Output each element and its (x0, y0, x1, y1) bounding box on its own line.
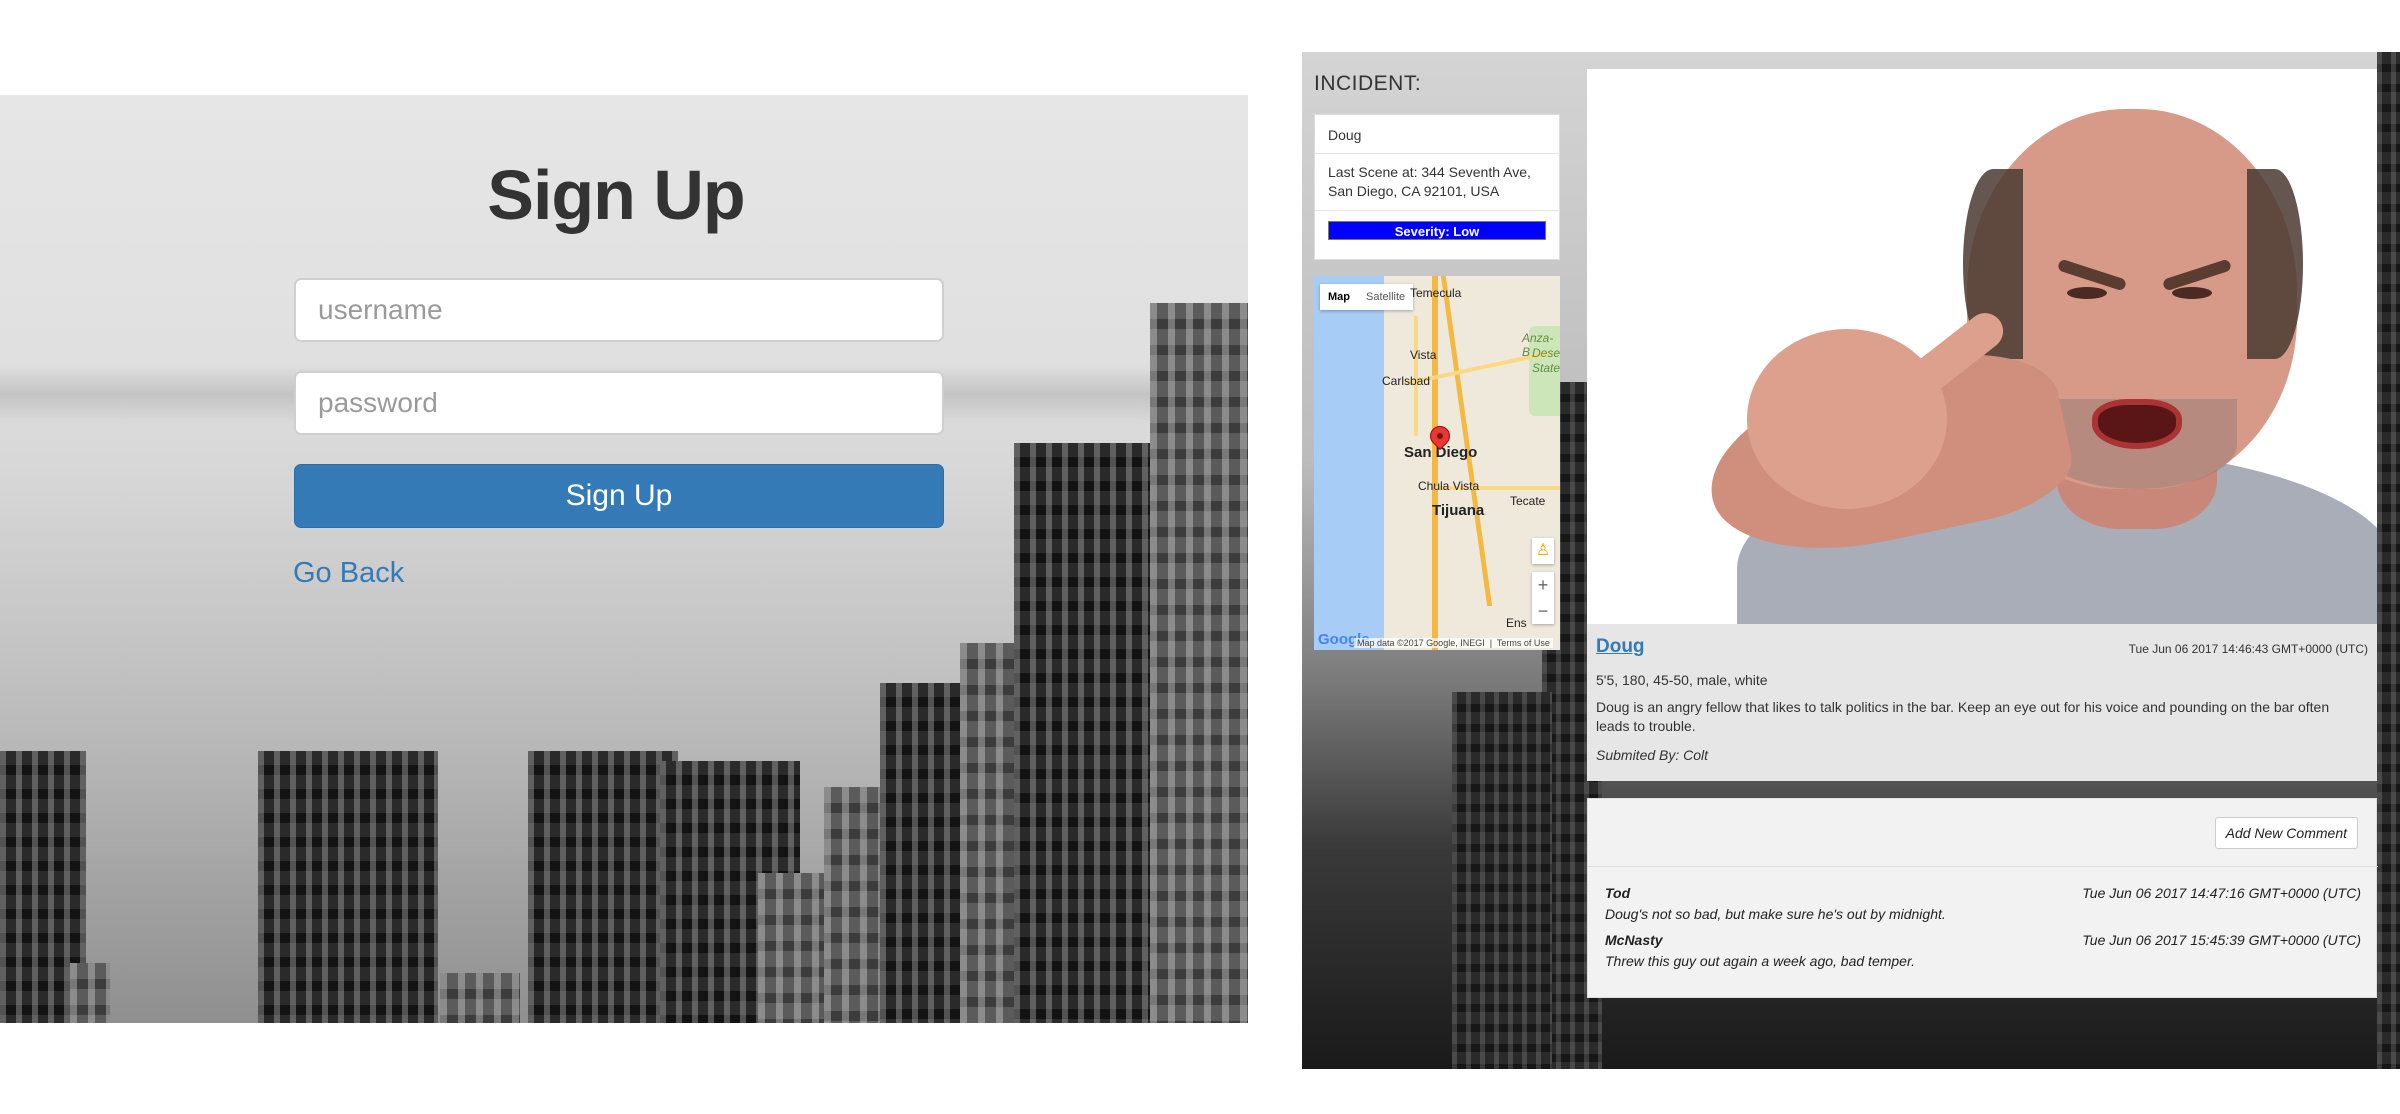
comment-item: McNasty Tue Jun 06 2017 15:45:39 GMT+000… (1605, 932, 2361, 969)
tab-map[interactable]: Map (1320, 284, 1358, 310)
map-label-tijuana: Tijuana (1432, 502, 1485, 519)
comment-time: Tue Jun 06 2017 15:45:39 GMT+0000 (UTC) (2082, 932, 2361, 948)
street-view-pegman-icon[interactable]: ♙ (1532, 538, 1554, 564)
signup-button[interactable]: Sign Up (294, 464, 944, 528)
incident-heading: INCIDENT: (1314, 72, 1422, 95)
background-building (1452, 692, 1552, 1069)
background-building (2377, 52, 2400, 1069)
tab-satellite[interactable]: Satellite (1358, 284, 1413, 310)
incident-details: Doug Tue Jun 06 2017 14:46:43 GMT+0000 (… (1587, 624, 2377, 781)
password-input[interactable] (294, 371, 944, 435)
submitted-by: Submited By: Colt (1596, 747, 1709, 763)
zoom-in-button[interactable]: + (1532, 572, 1554, 598)
comment-author: Tod (1605, 885, 1631, 901)
severity-badge: Severity: Low (1328, 221, 1546, 240)
map-label-state: State (1532, 361, 1560, 375)
incident-description: Doug is an angry fellow that likes to ta… (1596, 699, 2330, 734)
map-label-tecate: Tecate (1510, 494, 1546, 508)
screenshot-root: Sign Up Sign Up Go Back INCIDENT: Doug L… (0, 0, 2400, 1114)
page-title: Sign Up (487, 156, 745, 234)
map-data-credit: Map data ©2017 Google, INEGI (1357, 638, 1485, 648)
map-label-chula-vista: Chula Vista (1418, 479, 1480, 493)
suspect-name: Doug (1315, 115, 1559, 154)
suspect-name-link[interactable]: Doug (1596, 636, 1645, 658)
map-label-ens: Ens (1506, 616, 1527, 630)
suspect-photo (1587, 69, 2377, 624)
comment-item: Tod Tue Jun 06 2017 14:47:16 GMT+0000 (U… (1605, 885, 2361, 922)
map-zoom-control: + − (1532, 572, 1554, 624)
incident-summary-card: Doug Last Scene at: 344 Seventh Ave, San… (1314, 114, 1560, 260)
map-highway (1432, 276, 1438, 650)
comment-text: Doug's not so bad, but make sure he's ou… (1605, 906, 1946, 922)
map-label-temecula: Temecula (1410, 286, 1462, 300)
zoom-out-button[interactable]: − (1532, 598, 1554, 624)
map-label-carlsbad: Carlsbad (1382, 374, 1431, 388)
comment-time: Tue Jun 06 2017 14:47:16 GMT+0000 (UTC) (2082, 885, 2361, 901)
comment-author: McNasty (1605, 932, 1663, 948)
map-attribution: Map data ©2017 Google, INEGI | Terms of … (1354, 638, 1553, 648)
map-label-desert: Dese (1532, 346, 1560, 360)
comments-panel: Add New Comment Tod Tue Jun 06 2017 14:4… (1587, 798, 2378, 998)
terms-of-use-link[interactable]: Terms of Use (1497, 638, 1550, 648)
username-input[interactable] (294, 278, 944, 342)
add-comment-button[interactable]: Add New Comment (2214, 817, 2358, 849)
last-seen-location: Last Scene at: 344 Seventh Ave, San Dieg… (1315, 154, 1559, 211)
incident-timestamp: Tue Jun 06 2017 14:46:43 GMT+0000 (UTC) (2128, 642, 2368, 656)
incident-page: INCIDENT: Doug Last Scene at: 344 Sevent… (1302, 52, 2400, 1069)
comment-text: Threw this guy out again a week ago, bad… (1605, 953, 1915, 969)
map-label-vista: Vista (1410, 348, 1437, 362)
map-type-tabs: Map Satellite (1320, 284, 1414, 310)
signup-page: Sign Up Sign Up Go Back (0, 95, 1248, 1023)
location-map[interactable]: Map Satellite Temecula Vista Carlsbad An… (1314, 276, 1560, 650)
go-back-link[interactable]: Go Back (293, 557, 404, 590)
comments-divider (1588, 866, 2378, 867)
suspect-description-stats: 5'5, 180, 45-50, male, white (1596, 672, 1768, 688)
